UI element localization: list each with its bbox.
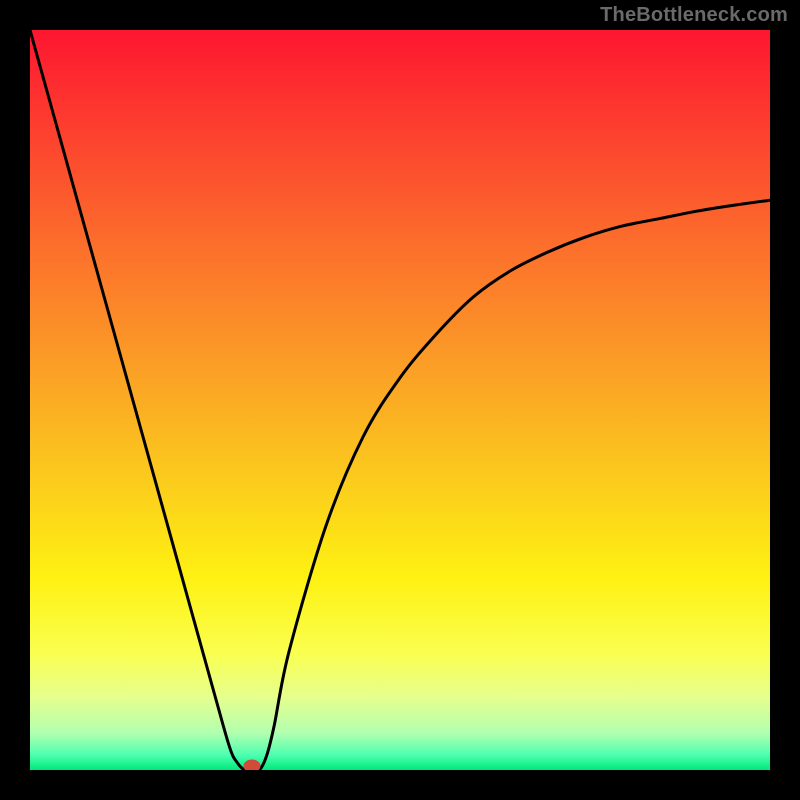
curve-svg: [30, 30, 770, 770]
optimum-marker: [244, 760, 260, 770]
chart-frame: TheBottleneck.com: [0, 0, 800, 800]
watermark-text: TheBottleneck.com: [600, 4, 788, 27]
plot-area: [30, 30, 770, 770]
bottleneck-curve: [30, 30, 770, 770]
